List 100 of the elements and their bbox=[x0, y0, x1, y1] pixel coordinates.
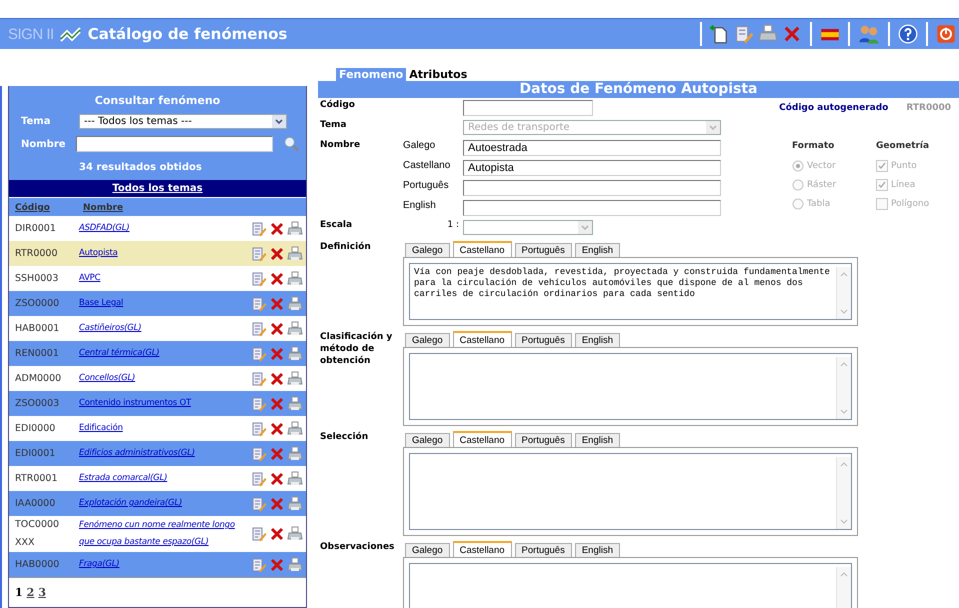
edit-icon bbox=[251, 320, 267, 336]
code-field[interactable] bbox=[463, 100, 593, 116]
power-icon bbox=[936, 23, 956, 45]
field-label: Tema bbox=[320, 120, 348, 130]
delete-icon bbox=[269, 346, 285, 362]
name-link[interactable]: AVPC bbox=[79, 270, 247, 287]
name-field[interactable] bbox=[463, 200, 721, 216]
code-cell-text: ZSO0000 bbox=[15, 296, 60, 310]
text-area[interactable]: Vía con peaje desdoblada, revestida, proyectada y construida fundamentalmente para la circulación de vehículos automóviles que dispone de al menos dos carriles de circulación ordinarios para cada sentido bbox=[409, 263, 852, 320]
language-tab[interactable]: Galego bbox=[405, 543, 450, 557]
name-link[interactable]: Fraga(GL) bbox=[79, 556, 247, 573]
delete-icon bbox=[782, 24, 802, 44]
field-label: Tema bbox=[20, 116, 52, 127]
delete-icon bbox=[269, 270, 285, 286]
printer-icon bbox=[287, 346, 303, 362]
language-tab[interactable]: Português bbox=[514, 433, 572, 447]
name-link[interactable]: Contenido instrumentos OT bbox=[79, 395, 247, 412]
name-link[interactable]: Edificación bbox=[79, 420, 247, 437]
language-tab[interactable]: Castellano bbox=[452, 331, 512, 347]
page-link[interactable]: 2 bbox=[26, 586, 34, 599]
edit-icon bbox=[251, 396, 267, 412]
table-row[interactable]: HAB0000 Fraga(GL) bbox=[9, 552, 306, 577]
language-tab[interactable]: Português bbox=[514, 333, 572, 347]
edit-icon bbox=[251, 346, 267, 362]
table-row[interactable]: EDI0001 Edificios administrativos(GL) bbox=[9, 441, 306, 466]
name-link[interactable]: Edificios administrativos(GL) bbox=[79, 445, 247, 462]
table-row[interactable]: ZSO0003 Contenido instrumentos OT bbox=[9, 391, 306, 416]
table-row[interactable]: IAA0000 Explotación gandeira(GL) bbox=[9, 491, 306, 516]
search-icon[interactable] bbox=[283, 135, 300, 153]
page-link[interactable]: 3 bbox=[38, 586, 46, 599]
new-document-icon bbox=[710, 23, 730, 45]
name-link[interactable]: Estrada comarcal(GL) bbox=[79, 470, 247, 487]
column-header[interactable]: Código bbox=[15, 203, 83, 213]
language-tab[interactable]: Galego bbox=[405, 333, 450, 347]
name-field[interactable]: Autoestrada bbox=[463, 140, 721, 156]
language-tab[interactable]: Galego bbox=[405, 433, 450, 447]
field-label: Clasificación y método de obtención bbox=[320, 331, 394, 368]
language-tab[interactable]: English bbox=[574, 433, 620, 447]
language-tab[interactable]: English bbox=[574, 243, 620, 257]
name-link[interactable]: Central térmica(GL) bbox=[79, 345, 247, 362]
language-label: Castellano bbox=[403, 160, 452, 171]
name-link[interactable]: Castiñeiros(GL) bbox=[79, 320, 247, 337]
edit-icon bbox=[251, 246, 267, 262]
theme-link[interactable]: Todos los temas bbox=[112, 183, 203, 194]
name-field[interactable] bbox=[463, 180, 721, 196]
code-cell-text: RTR0000 bbox=[15, 246, 58, 260]
delete-icon bbox=[269, 396, 285, 412]
name-link[interactable]: Base Legal bbox=[79, 295, 247, 312]
delete-icon bbox=[269, 446, 285, 462]
name-field[interactable] bbox=[76, 136, 274, 152]
language-tab[interactable]: Galego bbox=[405, 243, 450, 257]
code-cell-text: ZSO0003 bbox=[15, 396, 60, 410]
column-header[interactable]: Nombre bbox=[83, 203, 243, 213]
table-row[interactable]: ZSO0000 Base Legal bbox=[9, 291, 306, 316]
language-tab[interactable]: Castellano bbox=[452, 431, 512, 447]
field-label: Nombre bbox=[20, 138, 67, 150]
delete-icon bbox=[269, 470, 285, 486]
edit-icon bbox=[251, 446, 267, 462]
language-tab[interactable]: Castellano bbox=[452, 541, 512, 557]
edit-icon bbox=[251, 370, 267, 386]
edit-icon bbox=[734, 24, 754, 44]
delete-icon bbox=[269, 420, 285, 436]
autogen-code: RTR0000 bbox=[906, 103, 951, 113]
table-row[interactable]: REN0001 Central térmica(GL) bbox=[9, 341, 306, 366]
language-tab[interactable]: Português bbox=[514, 243, 572, 257]
printer-icon bbox=[287, 470, 303, 486]
name-link[interactable]: Concellos(GL) bbox=[79, 370, 247, 387]
name-link[interactable]: Fenómeno cun nome realmente longo que ocupa bastante espazo(GL) bbox=[79, 517, 247, 551]
code-cell-text: TOC0000 XXX bbox=[15, 518, 60, 550]
language-tab[interactable]: English bbox=[574, 543, 620, 557]
field-label: Definición bbox=[320, 241, 372, 254]
edit-icon bbox=[251, 556, 267, 572]
printer-icon bbox=[287, 526, 303, 542]
theme-select[interactable]: --- Todos los temas --- bbox=[79, 114, 287, 129]
field-label: Escala bbox=[320, 220, 354, 230]
code-cell-text: EDI0001 bbox=[15, 446, 56, 460]
delete-icon bbox=[269, 556, 285, 572]
group-label: Formato bbox=[792, 141, 836, 151]
text-area[interactable] bbox=[409, 353, 852, 420]
help-icon bbox=[898, 24, 918, 44]
printer-icon bbox=[287, 556, 303, 572]
field-label: Nombre bbox=[320, 140, 362, 150]
language-tab[interactable]: Português bbox=[514, 543, 572, 557]
printer-icon bbox=[287, 396, 303, 412]
name-link[interactable]: Explotación gandeira(GL) bbox=[79, 495, 247, 512]
table-row[interactable]: RTR0000 Autopista bbox=[9, 241, 306, 266]
printer-icon bbox=[287, 370, 303, 386]
delete-icon bbox=[269, 526, 285, 542]
name-field[interactable]: Autopista bbox=[463, 160, 721, 176]
code-cell-text: EDI0000 bbox=[15, 422, 56, 436]
code-cell-text: REN0001 bbox=[15, 346, 60, 360]
language-tab[interactable]: English bbox=[574, 333, 620, 347]
name-link[interactable]: ASDFAD(GL) bbox=[79, 220, 247, 237]
printer-icon bbox=[287, 320, 303, 336]
printer-icon bbox=[287, 446, 303, 462]
name-link[interactable]: Autopista bbox=[79, 245, 247, 262]
language-tab[interactable]: Castellano bbox=[452, 241, 512, 257]
app-title: Catálogo de fenómenos bbox=[88, 25, 288, 43]
page-link[interactable]: 1 bbox=[15, 586, 23, 599]
text-area[interactable] bbox=[409, 453, 852, 530]
